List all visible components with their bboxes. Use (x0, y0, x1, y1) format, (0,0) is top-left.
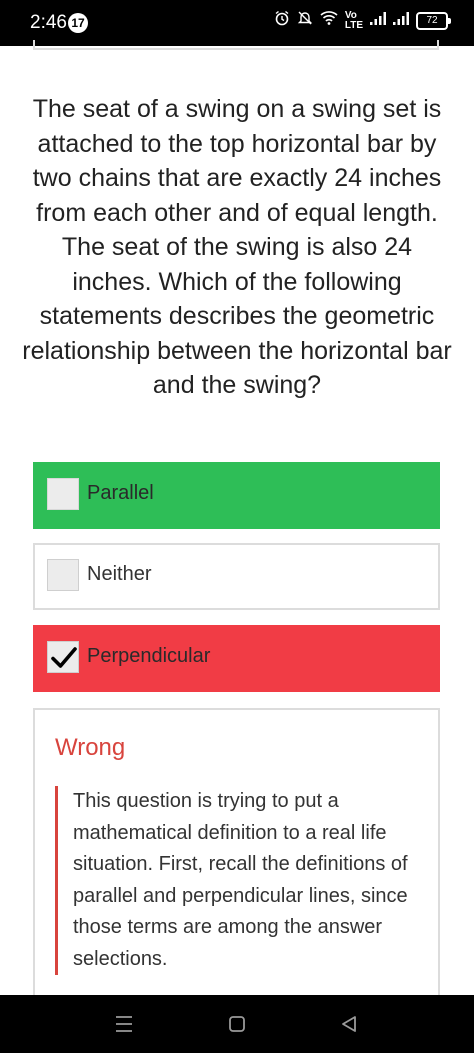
option-label: Perpendicular (87, 645, 211, 667)
status-icons: Vo LTE 72 (274, 9, 451, 31)
option-neither[interactable]: Neither (33, 543, 440, 610)
status-time: 2:46 (30, 12, 67, 33)
home-icon[interactable] (228, 1015, 246, 1038)
option-label: Parallel (87, 482, 154, 504)
wifi-icon (320, 10, 338, 31)
battery-icon: 72 (416, 11, 451, 30)
option-perpendicular[interactable]: Perpendicular (33, 625, 440, 692)
option-label: Neither (87, 563, 152, 585)
option-parallel[interactable]: Parallel (33, 462, 440, 529)
alarm-icon (274, 10, 290, 31)
option-checkbox[interactable] (47, 559, 79, 591)
back-icon[interactable] (340, 1015, 358, 1038)
signal-icon (393, 11, 409, 30)
navigation-bar (0, 995, 474, 1053)
feedback-card: Wrong This question is trying to put a m… (33, 708, 440, 1038)
checkmark-icon (51, 647, 77, 668)
option-checkbox[interactable] (47, 478, 79, 510)
option-checkbox[interactable] (47, 641, 79, 673)
question-text: The seat of a swing on a swing set is at… (22, 95, 452, 399)
previous-card-edge (33, 40, 439, 50)
network-type-label: Vo LTE (344, 9, 363, 31)
notification-count-badge: 17 (68, 13, 88, 33)
signal-icon (370, 11, 386, 30)
mute-icon (297, 10, 313, 31)
feedback-title: Wrong (55, 734, 126, 761)
explanation-text: This question is trying to put a mathema… (55, 786, 427, 975)
recent-apps-icon[interactable] (114, 1015, 134, 1038)
